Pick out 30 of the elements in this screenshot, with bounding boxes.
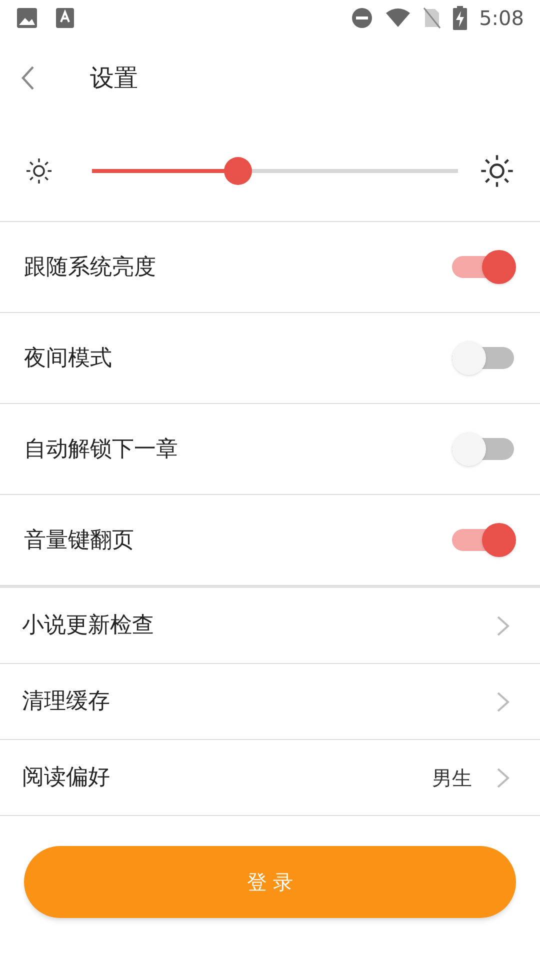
setting-label: 跟随系统亮度 — [24, 254, 156, 282]
menu-item[interactable]: 小说更新检查 — [0, 588, 540, 664]
chevron-right-icon — [496, 766, 510, 788]
low-brightness-icon — [24, 156, 54, 186]
menu-item[interactable]: 阅读偏好 男生 — [0, 740, 540, 816]
setting-label: 夜间模式 — [24, 344, 112, 372]
slider-thumb[interactable] — [224, 156, 252, 184]
chevron-right-icon — [496, 614, 510, 636]
menu-item[interactable]: 清理缓存 — [0, 664, 540, 740]
menu-item-label: 阅读偏好 — [22, 764, 110, 792]
setting-label: 音量键翻页 — [24, 526, 134, 554]
no-sim-icon — [423, 7, 442, 29]
battery-charging-icon — [453, 6, 468, 30]
menu-item-label: 小说更新检查 — [22, 612, 154, 640]
chevron-right-icon — [496, 690, 510, 712]
wifi-icon — [385, 8, 412, 28]
image-icon — [16, 7, 38, 29]
toggle-switch[interactable] — [452, 249, 516, 285]
page-title: 设置 — [90, 63, 138, 94]
font-icon — [56, 8, 74, 28]
setting-label: 自动解锁下一章 — [24, 436, 178, 464]
status-time: 5:08 — [479, 5, 524, 32]
menu-item-label: 清理缓存 — [22, 688, 110, 716]
toggle-switch[interactable] — [452, 340, 516, 376]
back-icon — [21, 65, 35, 91]
toggle-switch[interactable] — [452, 522, 516, 558]
brightness-slider[interactable] — [92, 156, 458, 186]
do-not-disturb-icon — [351, 7, 374, 29]
toggle-switch[interactable] — [452, 431, 516, 467]
menu-item-value: 男生 — [432, 764, 472, 792]
